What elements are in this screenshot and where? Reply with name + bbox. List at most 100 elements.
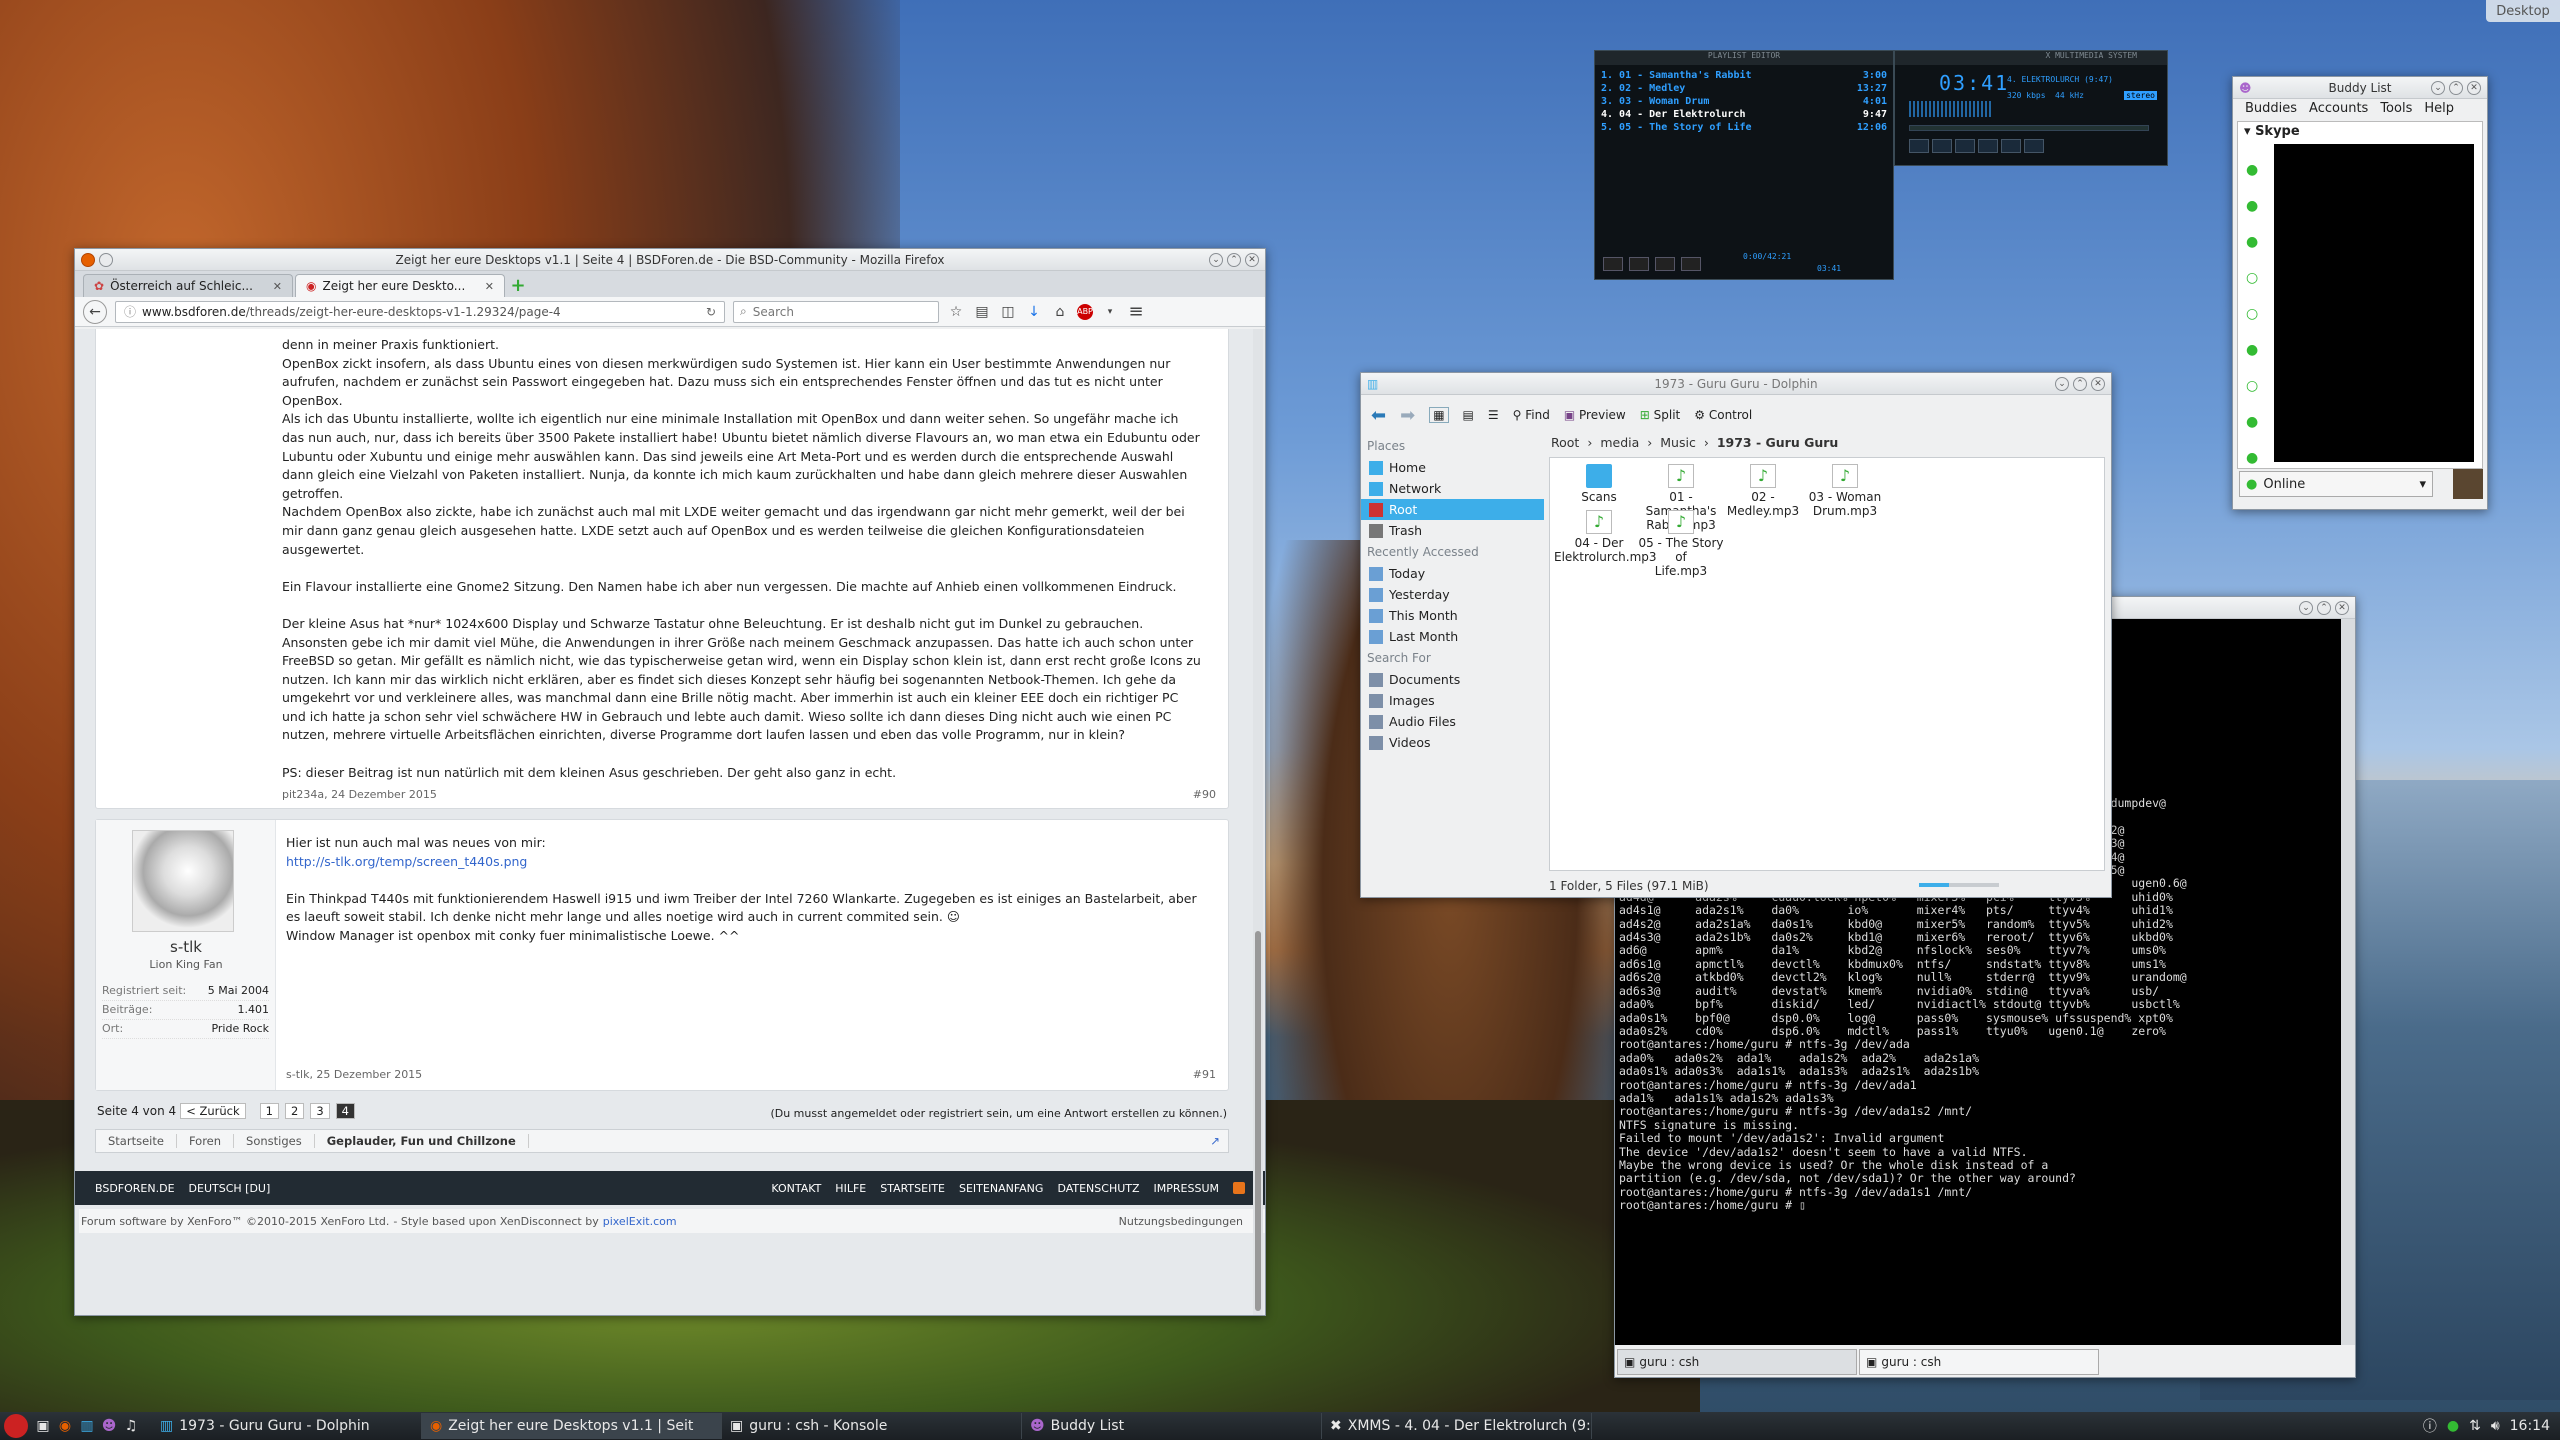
terminal-scrollbar[interactable] xyxy=(2341,619,2355,1345)
back-icon[interactable]: ← xyxy=(83,299,107,324)
launcher-pidgin-icon[interactable]: ☻ xyxy=(98,1418,120,1434)
tab-austria[interactable]: ✿ Österreich auf Schleic... ✕ xyxy=(83,274,293,297)
playlist-entry[interactable]: 5. 05 - The Story of Life 12:06 xyxy=(1601,121,1887,134)
launcher-files-icon[interactable]: ▥ xyxy=(76,1418,98,1434)
playlist-entry[interactable]: 2. 02 - Medley 13:27 xyxy=(1601,82,1887,95)
desktop-button[interactable]: Desktop xyxy=(2486,0,2560,22)
close-button[interactable]: ✕ xyxy=(2467,81,2481,95)
file-item[interactable]: ♪ 03 - Woman Drum.mp3 xyxy=(1800,464,1890,518)
adblock-menu-icon[interactable]: ▾ xyxy=(1101,303,1119,321)
places-item-root[interactable]: Root xyxy=(1361,499,1544,520)
post-author-date[interactable]: pit234a, 24 Dezember 2015 xyxy=(282,788,437,801)
remove-button[interactable] xyxy=(1629,257,1649,271)
folder-item[interactable]: Scans xyxy=(1554,464,1644,504)
places-item-last-month[interactable]: Last Month xyxy=(1361,626,1544,647)
places-item-yesterday[interactable]: Yesterday xyxy=(1361,584,1544,605)
start-menu-icon[interactable] xyxy=(4,1414,28,1438)
close-tab-icon[interactable]: ✕ xyxy=(485,280,494,293)
group-skype[interactable]: ▾ Skype xyxy=(2238,122,2482,141)
task-dolphin[interactable]: ▥ 1973 - Guru Guru - Dolphin xyxy=(152,1413,422,1439)
pixelexit-link[interactable]: pixelExit.com xyxy=(603,1215,677,1228)
previous-button[interactable] xyxy=(1909,139,1929,153)
info-icon[interactable]: ⓘ xyxy=(2423,1416,2437,1436)
task-xmms[interactable]: ✖ XMMS - 4. 04 - Der Elektrolurch (9: xyxy=(1322,1413,1592,1439)
places-item-audio-files[interactable]: Audio Files xyxy=(1361,711,1544,732)
sticky-icon[interactable] xyxy=(99,253,113,267)
crumb-root[interactable]: Root xyxy=(1551,435,1579,450)
launcher-xmms-icon[interactable]: ♫ xyxy=(120,1418,142,1434)
find-button[interactable]: ⚲ Find xyxy=(1513,408,1550,422)
select-button[interactable] xyxy=(1655,257,1675,271)
menu-buddies[interactable]: Buddies xyxy=(2245,101,2297,117)
rss-icon[interactable] xyxy=(1233,1182,1245,1194)
breadcrumb-item[interactable]: Startseite xyxy=(96,1134,177,1148)
minimize-button[interactable]: ⌄ xyxy=(1209,253,1223,267)
crumb-media[interactable]: media xyxy=(1600,435,1639,450)
page-3-button[interactable]: 3 xyxy=(310,1103,330,1119)
username[interactable]: s-tlk xyxy=(96,938,276,956)
close-button[interactable]: ✕ xyxy=(1245,253,1259,267)
breadcrumb-current[interactable]: Geplauder, Fun und Chillzone xyxy=(315,1134,529,1148)
maximize-button[interactable]: ⌃ xyxy=(2073,377,2087,391)
menu-accounts[interactable]: Accounts xyxy=(2309,101,2368,117)
maximize-button[interactable]: ⌃ xyxy=(2449,81,2463,95)
footer-link[interactable]: STARTSEITE xyxy=(880,1182,945,1195)
file-item[interactable]: ♪ 04 - Der Elektrolurch.mp3 xyxy=(1554,510,1657,564)
places-item-today[interactable]: Today xyxy=(1361,563,1544,584)
next-button[interactable] xyxy=(2001,139,2021,153)
reload-icon[interactable]: ↻ xyxy=(706,305,716,319)
new-tab-button[interactable]: + xyxy=(507,275,529,297)
places-item-network[interactable]: Network xyxy=(1361,478,1544,499)
stop-button[interactable] xyxy=(1978,139,1998,153)
adblock-icon[interactable]: ABP xyxy=(1077,303,1093,320)
icons-view-icon[interactable]: ▦ xyxy=(1429,407,1449,423)
menu-help[interactable]: Help xyxy=(2424,101,2454,117)
file-item[interactable]: ♪ 02 - Medley.mp3 xyxy=(1718,464,1808,518)
avatar[interactable] xyxy=(132,830,234,932)
places-item-images[interactable]: Images xyxy=(1361,690,1544,711)
firefox-app-icon[interactable] xyxy=(81,253,95,267)
task-konsole[interactable]: ▣ guru : csh - Konsole xyxy=(722,1413,1022,1439)
playlist-entry[interactable]: 3. 03 - Woman Drum 4:01 xyxy=(1601,95,1887,108)
crumb-music[interactable]: Music xyxy=(1660,435,1696,450)
clock[interactable]: 16:14 xyxy=(2510,1418,2550,1434)
download-icon[interactable]: ↓ xyxy=(1025,303,1043,321)
terms-link[interactable]: Nutzungsbedingungen xyxy=(1119,1215,1243,1228)
file-item[interactable]: ♪ 05 - The Story of Life.mp3 xyxy=(1636,510,1726,578)
skype-tray-icon[interactable]: ● xyxy=(2447,1418,2459,1434)
network-icon[interactable]: ⇅ xyxy=(2469,1418,2481,1434)
eject-button[interactable] xyxy=(2024,139,2044,153)
page-scrollbar[interactable] xyxy=(1253,329,1263,1315)
pocket-icon[interactable]: ◫ xyxy=(999,303,1017,321)
split-button[interactable]: ⊞ Split xyxy=(1640,408,1681,422)
footer-link[interactable]: DATENSCHUTZ xyxy=(1057,1182,1139,1195)
url-bar[interactable]: ⓘ www.bsdforen.de/threads/zeigt-her-eure… xyxy=(115,300,725,323)
dolphin-titlebar[interactable]: ▥ 1973 - Guru Guru - Dolphin ⌄ ⌃ ✕ xyxy=(1361,373,2111,395)
page-2-button[interactable]: 2 xyxy=(284,1103,305,1119)
zoom-slider[interactable] xyxy=(1919,883,1999,887)
page-1-button[interactable]: 1 xyxy=(259,1103,279,1119)
pidgin-app-icon[interactable]: ☻ xyxy=(2239,81,2252,95)
bookmarks-list-icon[interactable]: ▤ xyxy=(973,303,991,321)
details-view-icon[interactable]: ☰ xyxy=(1488,408,1499,422)
back-icon[interactable]: ⬅ xyxy=(1371,405,1386,426)
compact-view-icon[interactable]: ▤ xyxy=(1463,408,1474,422)
footer-home-link[interactable]: BSDFOREN.DE xyxy=(95,1182,175,1195)
post-link[interactable]: http://s-tlk.org/temp/screen_t440s.png xyxy=(286,853,1246,872)
places-item-trash[interactable]: Trash xyxy=(1361,520,1544,541)
preview-button[interactable]: ▣ Preview xyxy=(1564,408,1626,422)
close-button[interactable]: ✕ xyxy=(2335,601,2349,615)
minimize-button[interactable]: ⌄ xyxy=(2431,81,2445,95)
dolphin-app-icon[interactable]: ▥ xyxy=(1367,377,1378,391)
seek-bar[interactable] xyxy=(1909,125,2149,131)
menu-icon[interactable]: ≡ xyxy=(1127,301,1145,322)
crumb-current[interactable]: 1973 - Guru Guru xyxy=(1717,435,1838,450)
forward-icon[interactable]: ➡ xyxy=(1400,405,1415,426)
misc-button[interactable] xyxy=(1681,257,1701,271)
firefox-titlebar[interactable]: Zeigt her eure Desktops v1.1 | Seite 4 |… xyxy=(75,249,1265,271)
jump-icon[interactable]: ↗ xyxy=(1210,1134,1220,1148)
places-item-videos[interactable]: Videos xyxy=(1361,732,1544,753)
places-item-documents[interactable]: Documents xyxy=(1361,669,1544,690)
footer-link[interactable]: SEITENANFANG xyxy=(959,1182,1043,1195)
footer-link[interactable]: HILFE xyxy=(835,1182,866,1195)
